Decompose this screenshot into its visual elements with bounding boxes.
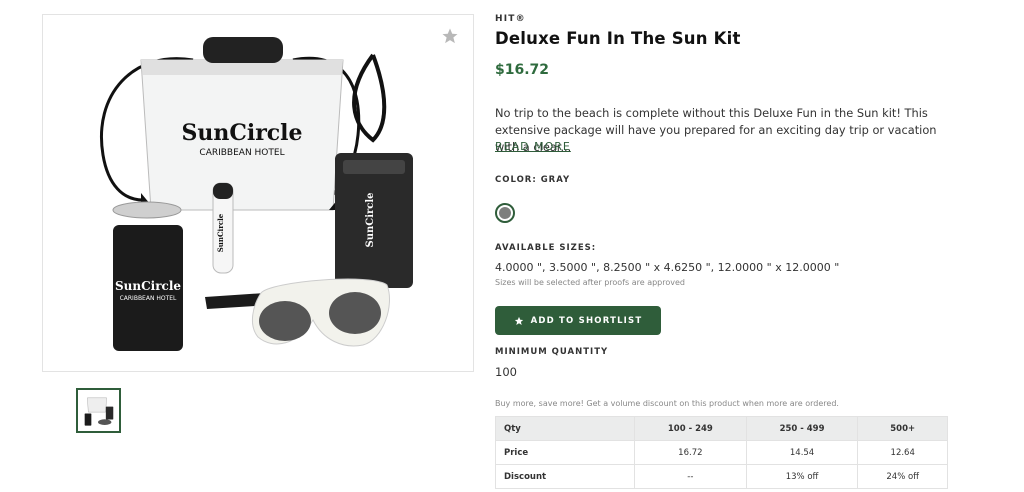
price-tier-3: 12.64 [857,440,948,465]
discount-tier-3: 24% off [857,464,948,489]
shortlist-button-label: ADD TO SHORTLIST [530,315,643,326]
svg-text:SunCircle: SunCircle [365,192,376,247]
header-qty: Qty [495,416,635,441]
product-thumbnail[interactable] [76,388,121,433]
color-swatch-fill [499,207,511,219]
price-tier-1: 16.72 [634,440,747,465]
header-tier-2: 250 - 499 [745,416,859,441]
table-row: Price 16.72 14.54 12.64 [495,440,948,465]
sizes-label: AVAILABLE SIZES: [495,243,597,253]
product-brand: HIT® [495,14,526,24]
svg-text:SunCircle: SunCircle [115,279,181,293]
row-label-price: Price [495,440,635,465]
minimum-quantity-label: MINIMUM QUANTITY [495,347,609,357]
svg-text:CARIBBEAN HOTEL: CARIBBEAN HOTEL [120,295,177,302]
table-row: Discount -- 13% off 24% off [495,464,948,489]
sizes-note: Sizes will be selected after proofs are … [495,278,685,287]
price-tier-2: 14.54 [745,440,859,465]
header-tier-1: 100 - 249 [634,416,747,441]
thumbnail-image [78,393,119,428]
minimum-quantity-value: 100 [495,365,517,379]
volume-discount-note: Buy more, save more! Get a volume discou… [495,399,839,408]
discount-tier-1: -- [634,464,747,489]
product-illustration: SunCircle CARIBBEAN HOTEL SunCircle SunC… [100,37,413,351]
pricing-table: Qty 100 - 249 250 - 499 500+ Price 16.72… [495,416,948,489]
color-swatch-gray[interactable] [495,203,515,223]
pricing-header-row: Qty 100 - 249 250 - 499 500+ [495,416,948,441]
discount-tier-2: 13% off [745,464,859,489]
star-icon [514,316,523,325]
svg-text:SunCircle: SunCircle [216,213,225,252]
add-to-shortlist-button[interactable]: ADD TO SHORTLIST [495,306,661,335]
header-tier-3: 500+ [857,416,948,441]
product-image-main[interactable]: SunCircle CARIBBEAN HOTEL SunCircle SunC… [42,14,474,372]
color-label: COLOR: GRAY [495,175,571,185]
bag-imprint-sub: CARIBBEAN HOTEL [199,148,284,158]
row-label-discount: Discount [495,464,635,489]
read-more-link[interactable]: READ MORE [495,140,571,153]
bag-imprint: SunCircle [181,120,302,146]
product-title: Deluxe Fun In The Sun Kit [495,29,741,48]
sizes-value: 4.0000 ", 3.5000 ", 8.2500 " x 4.6250 ",… [495,261,840,274]
product-price: $16.72 [495,62,550,78]
favorite-star-icon[interactable] [441,27,459,45]
